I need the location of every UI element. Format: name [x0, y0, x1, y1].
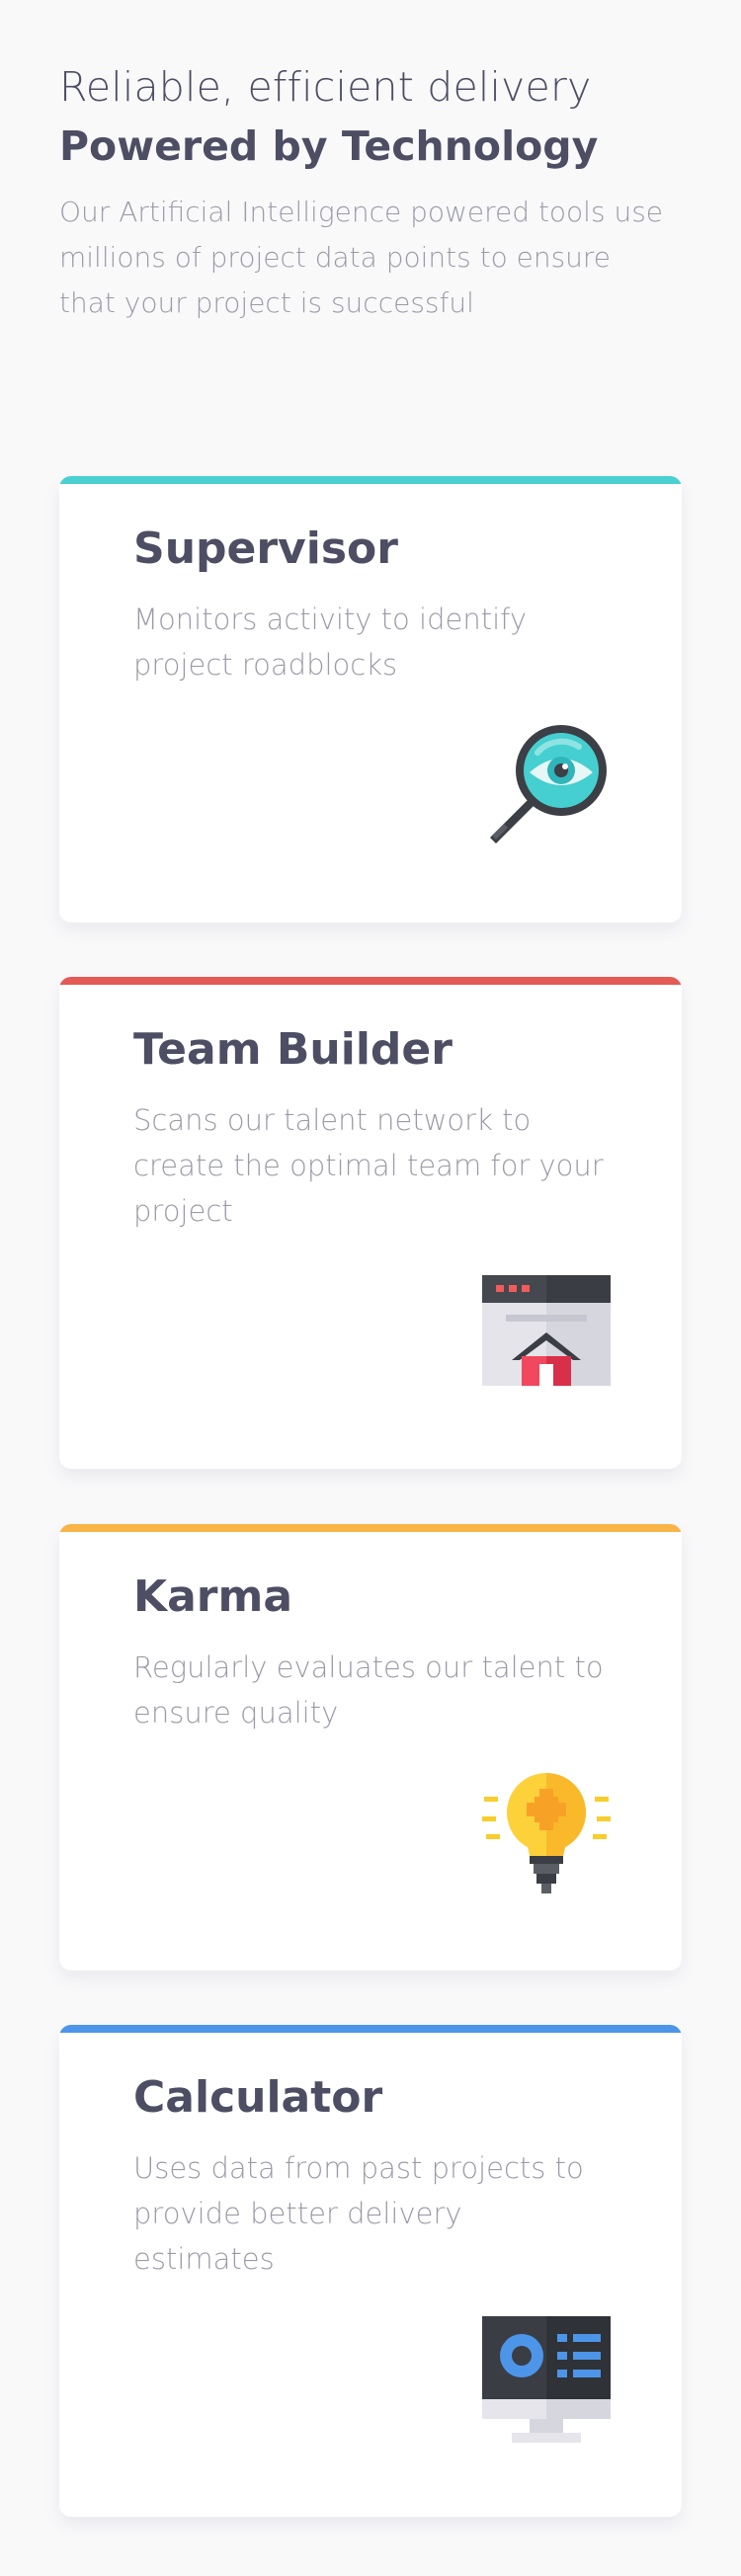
card-accent-bar: [59, 476, 682, 484]
hero-section: Reliable, efficient delivery Powered by …: [59, 59, 672, 326]
feature-card-team-builder: Team Builder Scans our talent network to…: [59, 977, 682, 1469]
feature-card-karma: Karma Regularly evaluates our talent to …: [59, 1524, 682, 1971]
magnifier-eye-icon: [482, 721, 611, 849]
feature-card-supervisor: Supervisor Monitors activity to identify…: [59, 476, 682, 923]
card-description: Regularly evaluates our talent to ensure…: [133, 1650, 604, 1730]
lightbulb-icon: [482, 1769, 611, 1897]
card-title: Karma: [133, 1571, 293, 1622]
card-description: Uses data from past projects to provide …: [133, 2151, 584, 2276]
hero-eyebrow: Reliable, efficient delivery: [59, 63, 592, 111]
monitor-dashboard-icon: [482, 2316, 611, 2445]
browser-house-icon: [482, 1269, 611, 1398]
card-description: Scans our talent network to create the o…: [133, 1103, 604, 1228]
feature-card-calculator: Calculator Uses data from past projects …: [59, 2025, 682, 2517]
card-accent-bar: [59, 2025, 682, 2033]
hero-description: Our Artificial Intelligence powered tool…: [59, 196, 664, 319]
hero-title: Powered by Technology: [59, 122, 599, 170]
page: Reliable, efficient delivery Powered by …: [0, 0, 741, 2576]
card-description: Monitors activity to identify project ro…: [133, 603, 527, 682]
card-title: Supervisor: [133, 523, 398, 574]
card-accent-bar: [59, 977, 682, 985]
card-title: Calculator: [133, 2072, 383, 2123]
card-accent-bar: [59, 1524, 682, 1532]
card-title: Team Builder: [133, 1024, 453, 1075]
